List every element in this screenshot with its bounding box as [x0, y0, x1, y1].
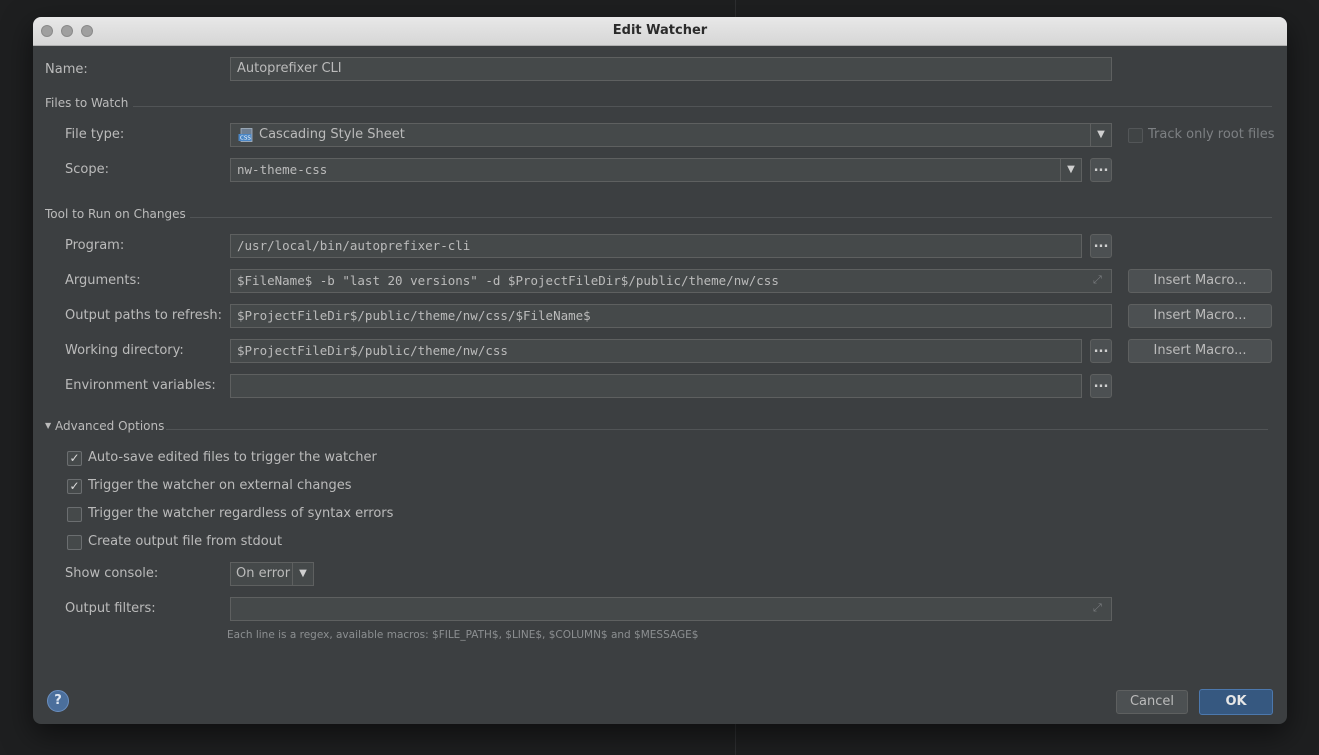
- show-console-combobox[interactable]: On error ▼: [230, 562, 314, 586]
- tool-separator: [190, 217, 1272, 218]
- name-label: Name:: [45, 62, 88, 77]
- arguments-input[interactable]: $FileName$ -b "last 20 versions" -d $Pro…: [230, 269, 1112, 293]
- triangle-down-icon: ▼: [45, 421, 52, 430]
- track-only-root-files-label: Track only root files: [1148, 127, 1275, 142]
- syntax-errors-label: Trigger the watcher regardless of syntax…: [88, 506, 394, 521]
- scope-value: nw-theme-css: [237, 162, 328, 177]
- working-directory-input[interactable]: $ProjectFileDir$/public/theme/nw/css: [230, 339, 1082, 363]
- program-browse-button[interactable]: ...: [1090, 234, 1112, 258]
- output-paths-input[interactable]: $ProjectFileDir$/public/theme/nw/css/$Fi…: [230, 304, 1112, 328]
- name-input[interactable]: Autoprefixer CLI: [230, 57, 1112, 81]
- show-console-value: On error: [236, 566, 291, 581]
- help-button[interactable]: ?: [47, 690, 69, 712]
- advanced-options-toggle[interactable]: ▼ Advanced Options: [45, 419, 164, 433]
- scope-label: Scope:: [65, 162, 109, 177]
- environment-variables-label: Environment variables:: [65, 378, 216, 393]
- auto-save-label: Auto-save edited files to trigger the wa…: [88, 450, 377, 465]
- css-file-icon: CSS: [238, 128, 253, 142]
- program-input[interactable]: /usr/local/bin/autoprefixer-cli: [230, 234, 1082, 258]
- files-to-watch-separator: [133, 106, 1272, 107]
- advanced-options-separator: [166, 429, 1268, 430]
- output-filters-label: Output filters:: [65, 601, 156, 616]
- chevron-down-icon: ▼: [292, 563, 313, 585]
- chevron-down-icon: ▼: [1060, 159, 1081, 181]
- show-console-label: Show console:: [65, 566, 159, 581]
- environment-variables-browse-button[interactable]: ...: [1090, 374, 1112, 398]
- output-paths-label: Output paths to refresh:: [65, 308, 223, 323]
- files-to-watch-section-title: Files to Watch: [45, 96, 129, 110]
- arguments-value: $FileName$ -b "last 20 versions" -d $Pro…: [237, 273, 779, 288]
- output-filters-input[interactable]: ⤢: [230, 597, 1112, 621]
- tool-section-title: Tool to Run on Changes: [45, 207, 186, 221]
- stdout-checkbox[interactable]: [67, 535, 82, 550]
- track-only-root-files-checkbox[interactable]: [1128, 128, 1143, 143]
- ok-button[interactable]: OK: [1199, 689, 1273, 715]
- working-directory-label: Working directory:: [65, 343, 184, 358]
- edit-watcher-dialog: Edit Watcher Name: Autoprefixer CLI File…: [33, 17, 1287, 724]
- expand-icon[interactable]: ⤢: [1093, 274, 1105, 286]
- working-directory-insert-macro-button[interactable]: Insert Macro...: [1128, 339, 1272, 363]
- chevron-down-icon: ▼: [1090, 124, 1111, 146]
- file-type-combobox[interactable]: CSS Cascading Style Sheet ▼: [230, 123, 1112, 147]
- file-type-value: Cascading Style Sheet: [259, 127, 405, 142]
- advanced-options-title: Advanced Options: [54, 419, 165, 433]
- output-paths-insert-macro-button[interactable]: Insert Macro...: [1128, 304, 1272, 328]
- file-type-label: File type:: [65, 127, 125, 142]
- scope-browse-button[interactable]: ...: [1090, 158, 1112, 182]
- arguments-insert-macro-button[interactable]: Insert Macro...: [1128, 269, 1272, 293]
- title-bar: Edit Watcher: [33, 17, 1287, 46]
- external-changes-checkbox[interactable]: ✓: [67, 479, 82, 494]
- cancel-button[interactable]: Cancel: [1116, 690, 1188, 714]
- scope-combobox[interactable]: nw-theme-css ▼: [230, 158, 1082, 182]
- expand-icon[interactable]: ⤢: [1093, 602, 1105, 614]
- syntax-errors-checkbox[interactable]: [67, 507, 82, 522]
- arguments-label: Arguments:: [65, 273, 141, 288]
- environment-variables-input[interactable]: [230, 374, 1082, 398]
- stdout-label: Create output file from stdout: [88, 534, 283, 549]
- program-label: Program:: [65, 238, 125, 253]
- auto-save-checkbox[interactable]: ✓: [67, 451, 82, 466]
- window-title: Edit Watcher: [612, 23, 708, 38]
- svg-text:CSS: CSS: [240, 136, 251, 142]
- working-directory-browse-button[interactable]: ...: [1090, 339, 1112, 363]
- external-changes-label: Trigger the watcher on external changes: [88, 478, 352, 493]
- output-filters-hint: Each line is a regex, available macros: …: [227, 629, 699, 641]
